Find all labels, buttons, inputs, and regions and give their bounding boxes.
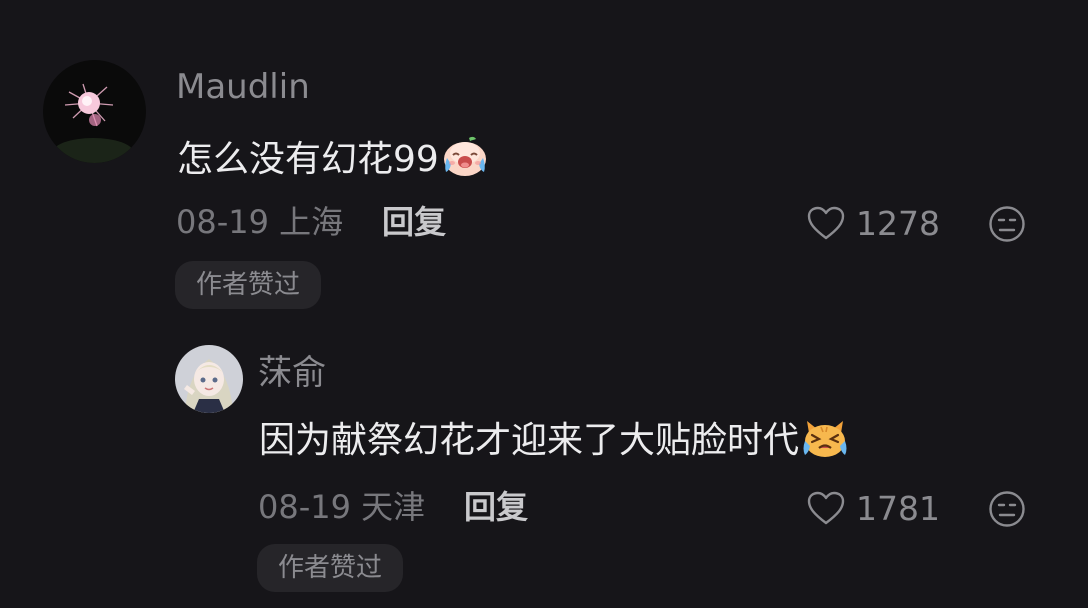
heart-icon bbox=[806, 490, 846, 526]
heart-icon bbox=[806, 205, 846, 241]
reply-button[interactable]: 回复 bbox=[464, 491, 528, 523]
comment-text: 怎么没有幻花99 bbox=[177, 134, 489, 185]
avatar[interactable] bbox=[43, 60, 146, 163]
like-button[interactable]: 1278 bbox=[806, 203, 940, 243]
comment-text-content: 因为献祭幻花才迎来了大贴脸时代 bbox=[259, 419, 800, 461]
date-location: 08-19 天津 bbox=[258, 488, 426, 526]
reply-comment-item: 莯俞 因为献祭幻花才迎来了大贴脸时代 08-19 天津 回复 1781 作者赞过 bbox=[0, 330, 1088, 608]
date-location: 08-19 上海 bbox=[176, 203, 344, 241]
username[interactable]: Maudlin bbox=[176, 70, 310, 104]
crying-face-emoji-icon bbox=[441, 134, 489, 185]
dislike-button[interactable] bbox=[988, 490, 1026, 528]
comment-text: 因为献祭幻花才迎来了大贴脸时代 bbox=[259, 415, 849, 466]
comment-text-content: 怎么没有幻花99 bbox=[177, 138, 439, 180]
like-button[interactable]: 1781 bbox=[806, 488, 940, 528]
comment-item: Maudlin 怎么没有幻花99 08-19 上海 回复 1278 作者赞过 bbox=[0, 0, 1088, 330]
unamused-face-icon bbox=[989, 491, 1025, 527]
dislike-button[interactable] bbox=[988, 205, 1026, 243]
like-count: 1278 bbox=[856, 203, 940, 243]
reply-button[interactable]: 回复 bbox=[382, 206, 446, 238]
like-count: 1781 bbox=[856, 488, 940, 528]
avatar[interactable] bbox=[175, 345, 243, 413]
unamused-face-icon bbox=[989, 206, 1025, 242]
author-liked-badge: 作者赞过 bbox=[257, 544, 403, 592]
username[interactable]: 莯俞 bbox=[258, 356, 326, 390]
crying-cat-emoji-icon bbox=[801, 415, 849, 466]
author-liked-badge: 作者赞过 bbox=[175, 261, 321, 309]
